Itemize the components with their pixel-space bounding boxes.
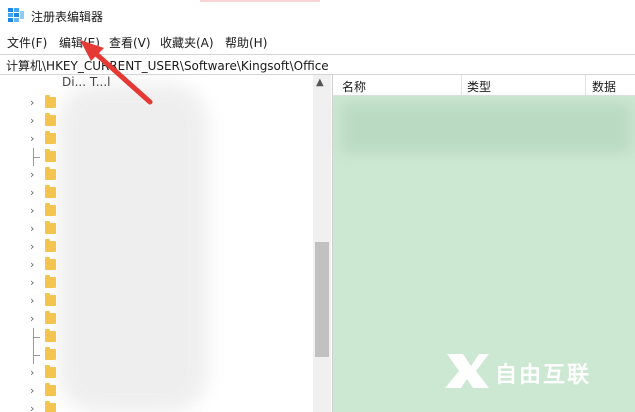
- registry-editor-icon: [8, 8, 24, 22]
- column-divider[interactable]: [585, 75, 586, 95]
- watermark: 自由互联: [443, 350, 628, 390]
- folder-icon: [45, 149, 56, 162]
- folder-icon: [45, 365, 56, 378]
- chevron-right-icon[interactable]: ›: [30, 186, 34, 199]
- folder-icon: [45, 275, 56, 288]
- chevron-right-icon[interactable]: ›: [30, 204, 34, 217]
- folder-icon: [45, 167, 56, 180]
- list-header: 名称 类型 数据: [333, 75, 635, 96]
- tree-item[interactable]: [30, 328, 310, 346]
- tree-item[interactable]: ›: [30, 202, 310, 220]
- folder-icon: [45, 293, 56, 306]
- tree-item[interactable]: ›: [30, 238, 310, 256]
- column-data[interactable]: 数据: [592, 78, 616, 95]
- address-path[interactable]: 计算机\HKEY_CURRENT_USER\Software\Kingsoft\…: [6, 57, 329, 74]
- tree-item-label[interactable]: Di... T...l: [62, 75, 111, 89]
- tree-item[interactable]: ›: [30, 166, 310, 184]
- chevron-right-icon[interactable]: ›: [30, 96, 34, 109]
- chevron-right-icon[interactable]: ›: [30, 258, 34, 271]
- chevron-right-icon[interactable]: ›: [30, 222, 34, 235]
- chevron-right-icon[interactable]: ›: [30, 114, 34, 127]
- tree-item[interactable]: ›: [30, 310, 310, 328]
- folder-icon: [45, 329, 56, 342]
- tree-connector: [33, 157, 40, 158]
- chevron-right-icon[interactable]: ›: [30, 402, 34, 412]
- menu-file[interactable]: 文件(F): [7, 34, 47, 51]
- tree-connector: [33, 355, 40, 356]
- scroll-up-icon[interactable]: ▲: [316, 77, 324, 88]
- chevron-right-icon[interactable]: ›: [30, 240, 34, 253]
- menu-view[interactable]: 查看(V): [109, 34, 151, 51]
- chevron-right-icon[interactable]: ›: [30, 168, 34, 181]
- address-bar[interactable]: 计算机\HKEY_CURRENT_USER\Software\Kingsoft\…: [0, 54, 635, 75]
- blurred-values: [341, 103, 631, 153]
- tree-item[interactable]: ›: [30, 94, 310, 112]
- chevron-right-icon[interactable]: ›: [30, 366, 34, 379]
- folder-icon: [45, 347, 56, 360]
- tree-item[interactable]: ›: [30, 256, 310, 274]
- menu-favorites[interactable]: 收藏夹(A): [160, 34, 214, 51]
- folder-icon: [45, 383, 56, 396]
- tree-item[interactable]: ›: [30, 220, 310, 238]
- chevron-right-icon[interactable]: ›: [30, 294, 34, 307]
- tree-item[interactable]: ›: [30, 184, 310, 202]
- title-bar: 注册表编辑器: [0, 0, 635, 30]
- scroll-thumb[interactable]: [315, 242, 329, 357]
- tree-item[interactable]: ›: [30, 112, 310, 130]
- tree-item[interactable]: [30, 346, 310, 364]
- watermark-logo-icon: [445, 354, 489, 388]
- tree-connector: [33, 337, 40, 338]
- tree-item[interactable]: ›: [30, 292, 310, 310]
- folder-icon: [45, 185, 56, 198]
- tree-item[interactable]: ›: [30, 364, 310, 382]
- column-name[interactable]: 名称: [342, 78, 366, 95]
- folder-icon: [45, 257, 56, 270]
- folder-icon: [45, 239, 56, 252]
- folder-icon: [45, 113, 56, 126]
- window-title: 注册表编辑器: [31, 10, 104, 24]
- column-type[interactable]: 类型: [467, 78, 491, 95]
- chevron-right-icon[interactable]: ›: [30, 384, 34, 397]
- tree-item[interactable]: [30, 148, 310, 166]
- menu-bar: 文件(F) 编辑(E) 查看(V) 收藏夹(A) 帮助(H): [0, 31, 635, 51]
- tree-item[interactable]: ›: [30, 400, 310, 412]
- menu-help[interactable]: 帮助(H): [225, 34, 267, 51]
- watermark-text: 自由互联: [495, 363, 592, 388]
- folder-icon: [45, 221, 56, 234]
- chevron-right-icon[interactable]: ›: [30, 276, 34, 289]
- column-divider[interactable]: [461, 75, 462, 95]
- tree-scrollbar[interactable]: ▲: [313, 75, 331, 412]
- tree-item[interactable]: ›: [30, 130, 310, 148]
- menu-edit[interactable]: 编辑(E): [59, 34, 100, 51]
- tree-item[interactable]: ›: [30, 274, 310, 292]
- folder-icon: [45, 401, 56, 412]
- folder-icon: [45, 131, 56, 144]
- chevron-right-icon[interactable]: ›: [30, 132, 34, 145]
- registry-tree[interactable]: Di... T...l › › › › › › › › › › › › › › …: [0, 75, 333, 412]
- folder-icon: [45, 203, 56, 216]
- chevron-right-icon[interactable]: ›: [30, 312, 34, 325]
- decorative-line: [200, 0, 320, 2]
- folder-icon: [45, 95, 56, 108]
- tree-item[interactable]: ›: [30, 382, 310, 400]
- folder-icon: [45, 311, 56, 324]
